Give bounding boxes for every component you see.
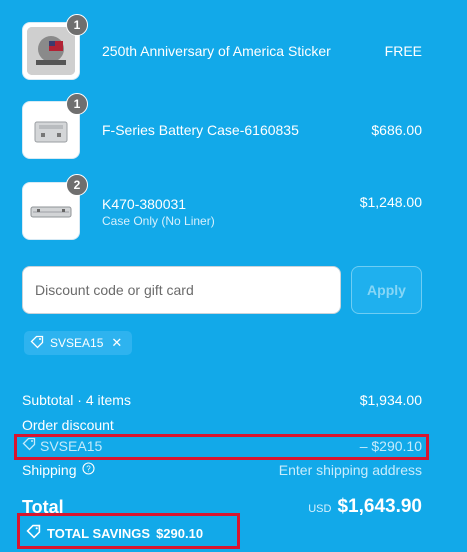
- apply-button[interactable]: Apply: [351, 266, 422, 314]
- shipping-row: Shipping ? Enter shipping address: [22, 462, 422, 478]
- total-amount: $1,643.90: [337, 496, 422, 517]
- battery-case-icon: [27, 106, 75, 154]
- quantity-badge: 1: [66, 93, 88, 115]
- applied-code: SVSEA15: [50, 336, 104, 350]
- item-variant: Case Only (No Liner): [102, 213, 215, 228]
- item-price: $686.00: [371, 122, 422, 138]
- order-discount-label: Order discount: [22, 417, 114, 433]
- product-thumbnail: 1: [22, 93, 88, 159]
- item-title: F-Series Battery Case-6160835: [102, 122, 299, 138]
- svg-text:?: ?: [86, 465, 91, 474]
- sticker-icon: [27, 27, 75, 75]
- product-thumbnail: 2: [22, 174, 88, 240]
- remove-code-icon[interactable]: ✕: [111, 335, 122, 351]
- line-item: 1 250th Anniversary of America Sticker F…: [22, 14, 422, 80]
- shipping-hint: Enter shipping address: [278, 462, 422, 478]
- discount-code-row: SVSEA15 – $290.10: [22, 437, 422, 454]
- shipping-label-cell: Shipping ?: [22, 462, 95, 478]
- quantity-badge: 1: [66, 14, 88, 36]
- discount-value: – $290.10: [359, 437, 422, 454]
- currency-code: USD: [308, 503, 332, 515]
- savings-value: $290.10: [156, 525, 204, 541]
- discount-code-cell: SVSEA15: [22, 437, 102, 454]
- shipping-label: Shipping: [22, 462, 77, 478]
- long-case-icon: [27, 187, 75, 235]
- item-title: K470-380031: [102, 195, 187, 212]
- subtotal-value: $1,934.00: [359, 392, 422, 408]
- total-amount-cell: USD $1,643.90: [308, 496, 422, 518]
- item-text: F-Series Battery Case-6160835: [102, 121, 362, 139]
- subtotal-label: Subtotal · 4 items: [22, 392, 131, 408]
- order-discount-row: Order discount: [22, 417, 422, 433]
- item-price: FREE: [384, 43, 422, 59]
- discount-code-input[interactable]: [22, 266, 341, 314]
- total-savings: TOTAL SAVINGS $290.10: [26, 524, 203, 542]
- item-text: K470-380031 Case Only (No Liner): [102, 195, 360, 228]
- item-title: 250th Anniversary of America Sticker: [102, 43, 331, 59]
- line-item: 2 K470-380031 Case Only (No Liner) $1,24…: [22, 174, 422, 240]
- tag-icon: [22, 437, 36, 454]
- item-text: 250th Anniversary of America Sticker: [102, 42, 362, 60]
- discount-code-label: SVSEA15: [40, 437, 103, 454]
- quantity-badge: 2: [66, 174, 88, 196]
- line-item: 1 F-Series Battery Case-6160835 $686.00: [22, 93, 422, 159]
- item-price: $1,248.00: [359, 194, 422, 210]
- product-thumbnail: 1: [22, 14, 88, 80]
- tag-icon: [26, 524, 41, 542]
- subtotal-row: Subtotal · 4 items $1,934.00: [22, 392, 422, 408]
- tag-icon: [30, 335, 44, 352]
- applied-discount-chip: SVSEA15 ✕: [24, 331, 133, 355]
- savings-label: TOTAL SAVINGS: [47, 525, 151, 541]
- help-icon[interactable]: ?: [81, 462, 95, 478]
